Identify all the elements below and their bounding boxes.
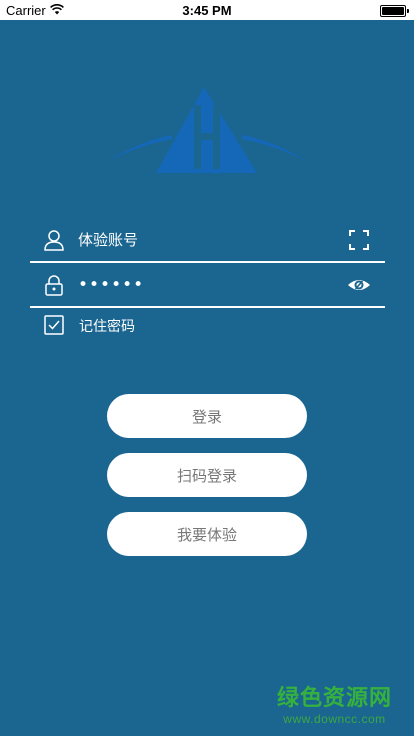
battery-icon <box>380 5 409 17</box>
watermark-title: 绿色资源网 <box>276 686 392 711</box>
checkbox-checked-icon[interactable] <box>44 315 64 335</box>
status-bar: Carrier 3:45 PM <box>0 0 414 20</box>
password-input[interactable] <box>78 272 338 298</box>
password-field <box>30 262 385 308</box>
user-icon <box>44 230 64 251</box>
login-button[interactable]: 登录 <box>107 394 307 438</box>
try-it-button[interactable]: 我要体验 <box>107 512 307 556</box>
eye-icon[interactable] <box>347 273 371 297</box>
lock-icon <box>45 275 63 296</box>
scan-login-button[interactable]: 扫码登录 <box>107 453 307 497</box>
watermark-url: www.downcc.com <box>283 712 386 726</box>
scan-icon[interactable] <box>347 228 371 252</box>
watermark: 绿色资源网 www.downcc.com <box>277 680 392 726</box>
account-input[interactable] <box>78 227 338 253</box>
status-time: 3:45 PM <box>182 3 232 18</box>
account-field <box>30 217 385 263</box>
remember-label: 记住密码 <box>79 319 135 335</box>
app-logo <box>108 87 306 173</box>
